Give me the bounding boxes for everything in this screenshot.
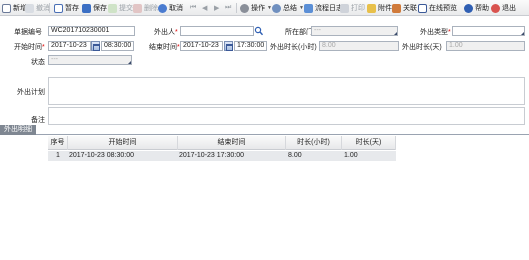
form-area: 单据编号 WC201710230001 外出人* 所在部门 --- 外出类型* … bbox=[0, 17, 529, 125]
prev-record-button[interactable]: ◀ bbox=[202, 2, 207, 14]
dropdown-corner-icon bbox=[521, 32, 524, 35]
exit-button[interactable]: 退出 bbox=[491, 2, 516, 14]
dropdown-corner-icon bbox=[394, 32, 397, 35]
delete-icon bbox=[133, 3, 142, 13]
table-row[interactable]: 1 2017-10-23 08:30:00 2017-10-23 17:30:0… bbox=[48, 151, 396, 161]
col-header-index[interactable]: 序号 bbox=[48, 136, 68, 150]
summary-menu[interactable]: 总结 ▼ bbox=[272, 2, 304, 14]
detail-grid: 序号 开始时间 结束时间 时长(小时) 时长(天) 1 2017-10-23 0… bbox=[0, 136, 529, 260]
link-icon bbox=[392, 3, 401, 13]
first-record-button[interactable]: ⏮ bbox=[190, 2, 196, 14]
person-search-icon[interactable] bbox=[254, 26, 264, 36]
operate-menu[interactable]: 操作 ▼ bbox=[240, 2, 272, 14]
start-time-label: 开始时间* bbox=[14, 44, 45, 51]
paperclip-icon bbox=[367, 3, 376, 13]
save-icon bbox=[82, 3, 91, 13]
end-time-field[interactable]: 17:30:00 bbox=[234, 41, 267, 51]
undo-icon bbox=[25, 3, 34, 13]
remark-label: 备注 bbox=[31, 117, 45, 124]
end-time-label: 结束时间* bbox=[149, 44, 180, 51]
summary-icon bbox=[272, 3, 281, 13]
cancel-icon bbox=[158, 3, 167, 13]
plan-label: 外出计划 bbox=[17, 89, 45, 96]
col-header-days[interactable]: 时长(天) bbox=[342, 136, 396, 150]
days-field: 1.00 bbox=[446, 41, 525, 51]
col-header-start[interactable]: 开始时间 bbox=[68, 136, 178, 150]
detail-section-header: 外出明细 bbox=[0, 125, 529, 135]
type-select[interactable] bbox=[452, 26, 525, 36]
doc-no-label: 单据编号 bbox=[14, 29, 42, 36]
tab-detail[interactable]: 外出明细 bbox=[0, 125, 36, 135]
start-time-field[interactable]: 08:30:00 bbox=[101, 41, 134, 51]
new-button[interactable]: 新增 bbox=[2, 2, 27, 14]
delete-button[interactable]: 删除 bbox=[133, 2, 158, 14]
col-header-hours[interactable]: 时长(小时) bbox=[286, 136, 342, 150]
flow-log-button[interactable]: 流程日志 bbox=[304, 2, 343, 14]
cell-days: 1.00 bbox=[344, 152, 358, 159]
save-button[interactable]: 保存 bbox=[82, 2, 107, 14]
help-icon bbox=[464, 3, 473, 13]
prev-icon: ◀ bbox=[202, 5, 208, 12]
person-field[interactable] bbox=[180, 26, 254, 36]
cancel-button[interactable]: 取消 bbox=[158, 2, 183, 14]
status-label: 状态 bbox=[31, 59, 45, 66]
plan-textarea[interactable] bbox=[48, 77, 525, 105]
attachment-button[interactable]: 附件 bbox=[367, 2, 392, 14]
days-label: 外出时长(天) bbox=[402, 44, 442, 51]
first-icon: ⏮ bbox=[190, 4, 197, 11]
start-calendar-icon[interactable] bbox=[91, 41, 100, 51]
hours-field: 8.00 bbox=[319, 41, 399, 51]
next-record-button[interactable]: ▶ bbox=[214, 2, 219, 14]
submit-button[interactable]: 提交 bbox=[108, 2, 133, 14]
new-doc-icon bbox=[2, 3, 11, 13]
col-header-end[interactable]: 结束时间 bbox=[178, 136, 286, 150]
person-label: 外出人* bbox=[154, 29, 178, 36]
check-icon bbox=[108, 3, 117, 13]
start-date-field[interactable]: 2017-10-23 bbox=[48, 41, 91, 51]
exit-icon bbox=[491, 3, 500, 13]
cell-start: 2017-10-23 08:30:00 bbox=[69, 152, 134, 159]
status-field: --- bbox=[48, 55, 132, 65]
draft-icon bbox=[54, 3, 63, 13]
gear-icon bbox=[240, 3, 249, 13]
help-button[interactable]: 帮助 bbox=[464, 2, 489, 14]
printer-icon bbox=[340, 3, 349, 13]
dept-label: 所在部门 bbox=[285, 29, 313, 36]
last-icon: ⏭ bbox=[225, 4, 232, 11]
hours-label: 外出时长(小时) bbox=[270, 44, 317, 51]
draft-button[interactable]: 暂存 bbox=[54, 2, 79, 14]
preview-icon bbox=[418, 3, 427, 13]
doc-no-field[interactable]: WC201710230001 bbox=[48, 26, 135, 36]
online-preview-button[interactable]: 在线预览 bbox=[418, 2, 457, 14]
dropdown-corner-icon bbox=[128, 61, 131, 64]
end-calendar-icon[interactable] bbox=[224, 41, 233, 51]
dept-field[interactable]: --- bbox=[311, 26, 398, 36]
cell-index: 1 bbox=[56, 152, 60, 159]
related-button[interactable]: 关联 bbox=[392, 2, 417, 14]
withdraw-button[interactable]: 撤消 bbox=[25, 2, 50, 14]
grid-header: 序号 开始时间 结束时间 时长(小时) 时长(天) bbox=[48, 136, 396, 150]
toolbar: 新增 撤消 暂存 保存 提交 删除 取消 ⏮ ◀ ▶ ⏭ 操作 ▼ 总结 ▼ 流… bbox=[0, 0, 529, 16]
next-icon: ▶ bbox=[214, 5, 220, 12]
cell-hours: 8.00 bbox=[288, 152, 302, 159]
remark-textarea[interactable] bbox=[48, 107, 525, 125]
toolbar-divider bbox=[49, 3, 50, 13]
type-label: 外出类型* bbox=[420, 29, 451, 36]
toolbar-divider bbox=[236, 3, 237, 13]
end-date-field[interactable]: 2017-10-23 bbox=[180, 41, 223, 51]
flow-icon bbox=[304, 3, 313, 13]
cell-end: 2017-10-23 17:30:00 bbox=[179, 152, 244, 159]
last-record-button[interactable]: ⏭ bbox=[225, 2, 231, 14]
